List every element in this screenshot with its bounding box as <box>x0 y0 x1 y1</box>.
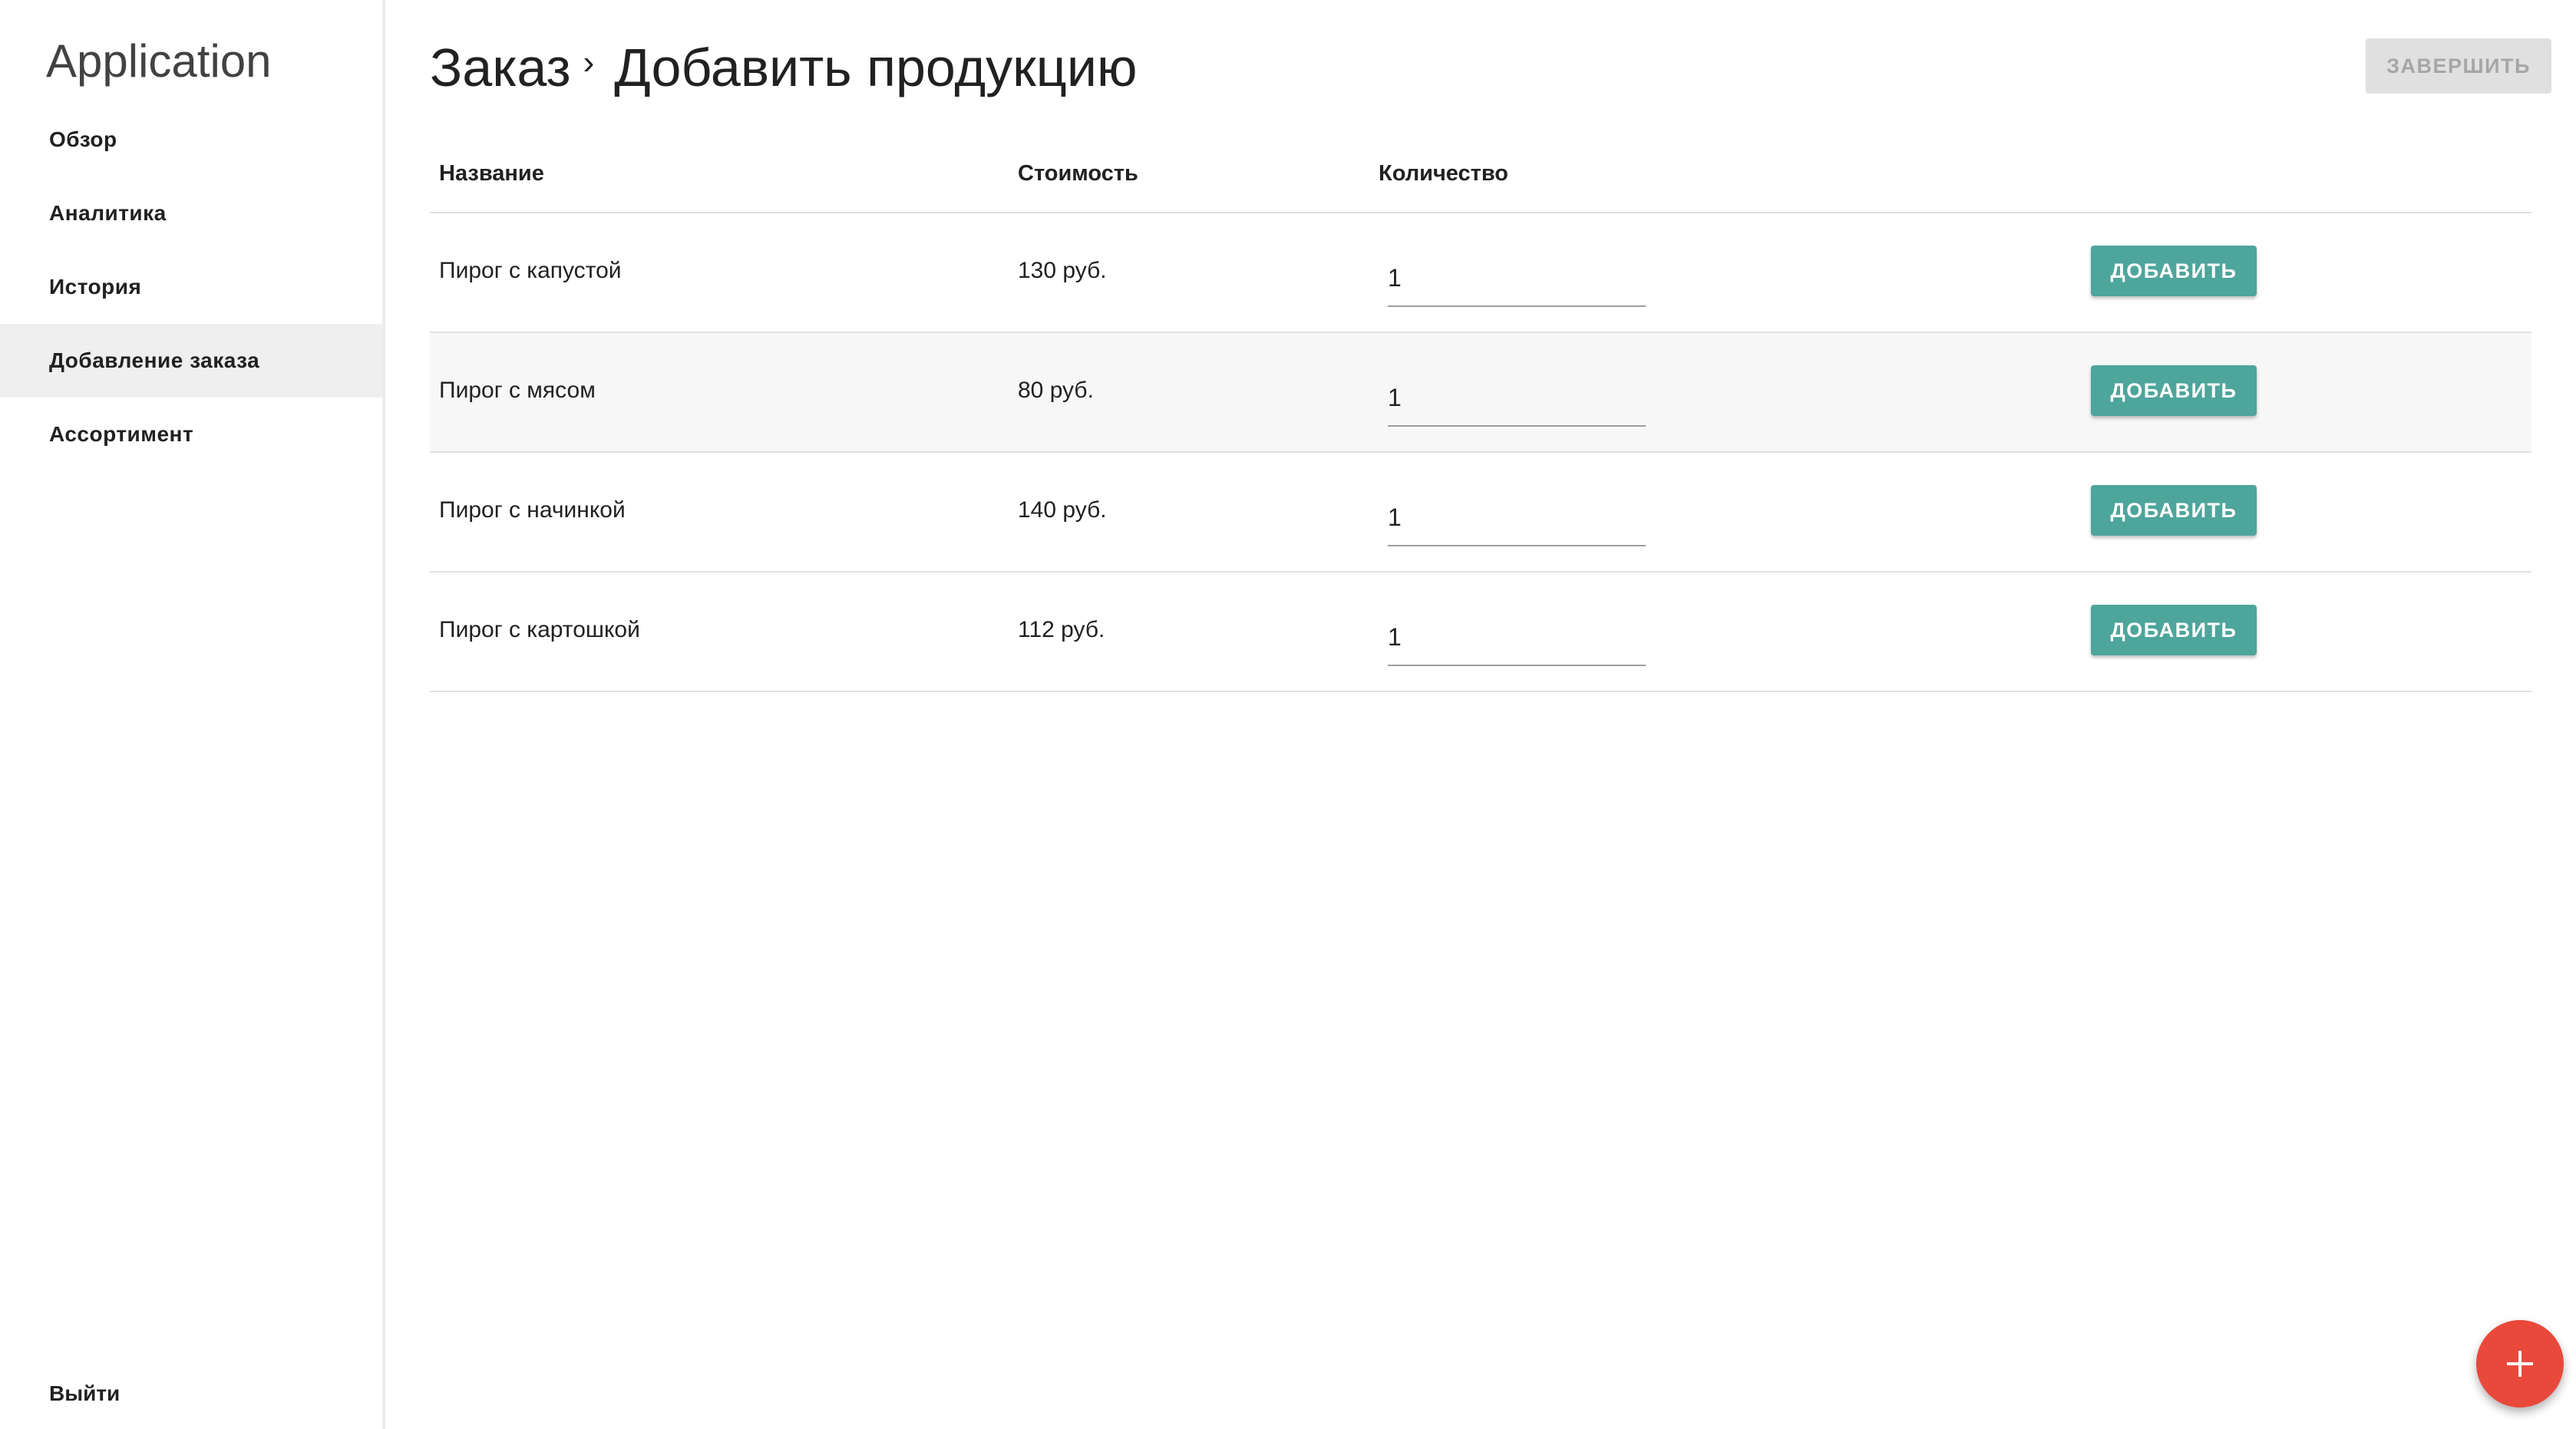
product-cost: 112 руб. <box>1018 617 1105 642</box>
plus-icon <box>2507 1351 2533 1377</box>
finish-button[interactable]: ЗАВЕРШИТЬ <box>2366 38 2551 94</box>
column-header-cost: Стоимость <box>1018 161 1138 186</box>
add-button[interactable]: ДОБАВИТЬ <box>2091 365 2257 416</box>
sidebar-item-add-order[interactable]: Добавление заказа <box>0 324 382 398</box>
sidebar-item-analytics[interactable]: Аналитика <box>0 177 382 250</box>
column-header-name: Название <box>439 161 544 186</box>
sidebar-item-assortment[interactable]: Ассортимент <box>0 398 382 471</box>
main-content: Заказ › Добавить продукцию ЗАВЕРШИТЬ Наз… <box>385 0 2576 1429</box>
app-title: Application <box>46 35 272 87</box>
add-button[interactable]: ДОБАВИТЬ <box>2091 246 2257 296</box>
product-cost: 80 руб. <box>1018 378 1094 403</box>
product-name: Пирог с мясом <box>439 378 596 403</box>
table-row: Пирог с начинкой 140 руб. ДОБАВИТЬ <box>430 453 2531 573</box>
quantity-input[interactable] <box>1388 370 1646 427</box>
quantity-input[interactable] <box>1388 250 1646 307</box>
add-button[interactable]: ДОБАВИТЬ <box>2091 605 2257 655</box>
page-title: Добавить продукцию <box>614 38 1138 97</box>
logout-link[interactable]: Выйти <box>49 1369 120 1418</box>
product-name: Пирог с начинкой <box>439 497 626 523</box>
breadcrumb: Заказ › Добавить продукцию <box>430 31 1137 104</box>
chevron-right-icon: › <box>583 44 595 81</box>
table-row: Пирог с картошкой 112 руб. ДОБАВИТЬ <box>430 573 2531 692</box>
quantity-input[interactable] <box>1388 609 1646 666</box>
table-header: Название Стоимость Количество <box>430 138 2531 213</box>
sidebar-item-overview[interactable]: Обзор <box>0 103 382 177</box>
table-row: Пирог с мясом 80 руб. ДОБАВИТЬ <box>430 333 2531 453</box>
sidebar-item-history[interactable]: История <box>0 250 382 324</box>
breadcrumb-parent[interactable]: Заказ <box>430 37 571 98</box>
product-name: Пирог с капустой <box>439 258 622 283</box>
product-cost: 130 руб. <box>1018 258 1107 283</box>
product-cost: 140 руб. <box>1018 497 1107 523</box>
table-row: Пирог с капустой 130 руб. ДОБАВИТЬ <box>430 213 2531 333</box>
add-fab-button[interactable] <box>2476 1320 2564 1408</box>
sidebar-nav: Обзор Аналитика История Добавление заказ… <box>0 103 382 471</box>
add-button[interactable]: ДОБАВИТЬ <box>2091 485 2257 536</box>
quantity-input[interactable] <box>1388 490 1646 546</box>
sidebar: Application Обзор Аналитика История Доба… <box>0 0 385 1429</box>
column-header-quantity: Количество <box>1379 161 1509 186</box>
product-name: Пирог с картошкой <box>439 617 640 642</box>
products-table: Название Стоимость Количество Пирог с ка… <box>430 138 2531 692</box>
